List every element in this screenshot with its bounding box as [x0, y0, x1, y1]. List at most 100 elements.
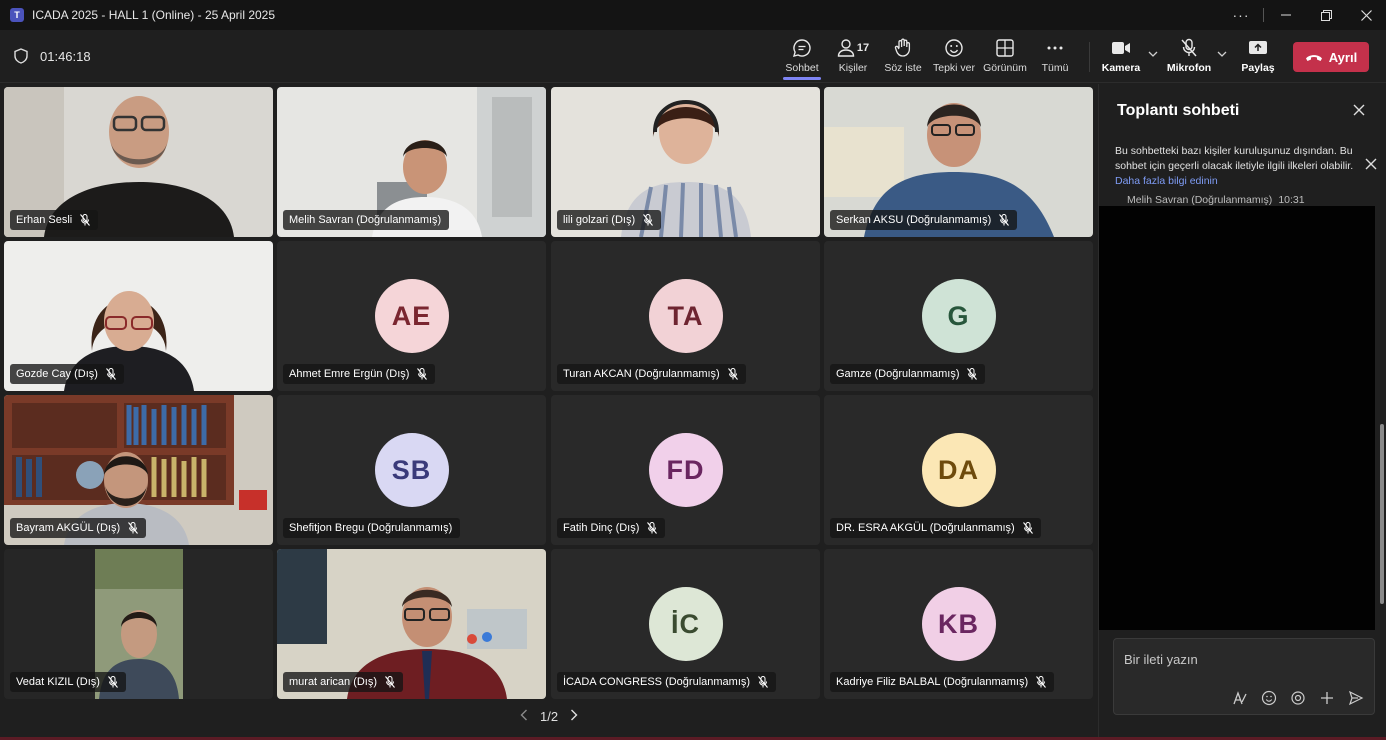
mic-muted-icon	[647, 522, 658, 534]
participant-name: Serkan AKSU (Doğrulanmamış)	[836, 214, 992, 226]
participant-name: Gamze (Doğrulanmamış)	[836, 368, 960, 380]
meeting-timer: 01:46:18	[40, 48, 91, 64]
people-count: 17	[856, 42, 870, 54]
more-actions-button[interactable]: Tümü	[1040, 30, 1070, 83]
next-page-icon[interactable]	[570, 709, 578, 724]
window-title: ICADA 2025 - HALL 1 (Online) - 25 April …	[32, 8, 276, 22]
participant-name-tag: Kadriye Filiz BALBAL (Doğrulanmamış)	[830, 672, 1055, 692]
participant-tile[interactable]: Gozde Cay (Dış)	[4, 241, 273, 391]
grid-view-icon	[996, 38, 1014, 58]
emoji-picker-icon[interactable]	[1260, 689, 1277, 706]
participant-grid: Erhan Sesli Melih Savran (Doğrulanmamış)	[4, 87, 1096, 702]
toolbar-divider	[1089, 42, 1090, 72]
camera-label: Kamera	[1101, 62, 1141, 74]
minimize-icon[interactable]	[1266, 0, 1306, 30]
participant-avatar: KB	[921, 587, 996, 661]
active-tab-indicator	[783, 77, 821, 80]
shield-icon	[14, 48, 28, 64]
more-options-icon[interactable]: ···	[1221, 0, 1261, 30]
participant-tile[interactable]: Vedat KIZIL (Dış)	[4, 549, 273, 699]
title-bar: T ICADA 2025 - HALL 1 (Online) - 25 Apri…	[0, 0, 1386, 30]
close-window-icon[interactable]	[1346, 0, 1386, 30]
teams-meeting-window: T ICADA 2025 - HALL 1 (Online) - 25 Apri…	[0, 0, 1386, 740]
participant-tile[interactable]: TA Turan AKCAN (Doğrulanmamış)	[551, 241, 820, 391]
mic-muted-icon	[1036, 676, 1047, 688]
participant-name: murat arican (Dış)	[289, 676, 378, 688]
participant-name-tag: Vedat KIZIL (Dış)	[10, 672, 126, 692]
participant-tile[interactable]: G Gamze (Doğrulanmamış)	[824, 241, 1093, 391]
participant-name-tag: Turan AKCAN (Doğrulanmamış)	[557, 364, 746, 384]
participant-name-tag: Erhan Sesli	[10, 210, 99, 230]
participant-name-tag: Bayram AKGÜL (Dış)	[10, 518, 147, 538]
participant-name: Kadriye Filiz BALBAL (Doğrulanmamış)	[836, 676, 1029, 688]
dismiss-notice-icon[interactable]	[1365, 157, 1377, 175]
compose-actions	[1231, 689, 1364, 706]
participant-tile[interactable]: Erhan Sesli	[4, 87, 273, 237]
chat-scrollbar[interactable]	[1380, 424, 1384, 604]
view-button[interactable]: Görünüm	[983, 30, 1027, 83]
microphone-label: Mikrofon	[1166, 62, 1212, 74]
teams-logo-icon: T	[10, 8, 24, 22]
gallery-pager: 1/2	[520, 709, 578, 724]
mic-muted-icon	[758, 676, 768, 688]
participant-tile[interactable]: İC İCADA CONGRESS (Doğrulanmamış)	[551, 549, 820, 699]
mic-muted-icon	[128, 522, 139, 534]
participant-tile[interactable]: lili golzari (Dış)	[551, 87, 820, 237]
camera-icon	[1111, 38, 1131, 58]
participant-tile[interactable]: FD Fatih Dinç (Dış)	[551, 395, 820, 545]
message-content-area[interactable]	[1099, 206, 1375, 630]
participant-tile[interactable]: KB Kadriye Filiz BALBAL (Doğrulanmamış)	[824, 549, 1093, 699]
mic-muted-icon	[967, 368, 978, 380]
learn-more-link[interactable]: Daha fazla bilgi edinin	[1115, 175, 1218, 187]
participant-name: Ahmet Emre Ergün (Dış)	[289, 368, 410, 380]
window-controls: ···	[1221, 0, 1386, 30]
hang-up-icon	[1305, 55, 1322, 61]
participant-name-tag: Shefitjon Bregu (Doğrulanmamış)	[283, 518, 461, 538]
participant-name-tag: Fatih Dinç (Dış)	[557, 518, 666, 538]
participant-name: lili golzari (Dış)	[563, 214, 636, 226]
more-icon	[1046, 38, 1064, 58]
mic-options-chevron-icon[interactable]	[1217, 48, 1227, 60]
share-button[interactable]: Paylaş	[1241, 30, 1275, 83]
microphone-button[interactable]: Mikrofon	[1166, 30, 1212, 83]
participant-tile[interactable]: SB Shefitjon Bregu (Doğrulanmamış)	[277, 395, 546, 545]
participant-tile[interactable]: murat arican (Dış)	[277, 549, 546, 699]
participant-name-tag: İCADA CONGRESS (Doğrulanmamış)	[557, 672, 777, 692]
camera-button[interactable]: Kamera	[1102, 30, 1140, 83]
add-icon[interactable]	[1318, 689, 1335, 706]
participant-name: Melih Savran (Doğrulanmamış)	[289, 214, 442, 226]
raise-hand-label: Söz iste	[884, 62, 922, 74]
participant-tile[interactable]: Serkan AKSU (Doğrulanmamış)	[824, 87, 1093, 237]
close-chat-icon[interactable]	[1349, 100, 1369, 120]
people-icon	[837, 39, 855, 57]
participant-name-tag: lili golzari (Dış)	[557, 210, 662, 230]
leave-button[interactable]: Ayrıl	[1293, 42, 1369, 72]
participant-tile[interactable]: AE Ahmet Emre Ergün (Dış)	[277, 241, 546, 391]
message-input[interactable]	[1124, 649, 1364, 669]
participant-avatar: İC	[648, 587, 723, 661]
react-button[interactable]: Tepki ver	[933, 30, 975, 83]
mic-muted-icon	[1022, 522, 1033, 534]
previous-page-icon[interactable]	[520, 709, 528, 724]
send-icon[interactable]	[1347, 689, 1364, 706]
emoji-icon	[944, 38, 964, 58]
participant-avatar: SB	[374, 433, 449, 507]
raise-hand-button[interactable]: Söz iste	[884, 30, 922, 83]
mic-muted-icon	[727, 368, 738, 380]
participant-avatar: FD	[648, 433, 723, 507]
format-icon[interactable]	[1231, 689, 1248, 706]
mic-muted-icon	[105, 368, 116, 380]
participant-tile[interactable]: Bayram AKGÜL (Dış)	[4, 395, 273, 545]
mic-muted-icon	[999, 214, 1010, 226]
people-button[interactable]: 17 Kişiler	[832, 30, 874, 83]
participant-tile[interactable]: DA DR. ESRA AKGÜL (Doğrulanmamış)	[824, 395, 1093, 545]
participant-name: Erhan Sesli	[16, 214, 73, 226]
chat-button[interactable]: Sohbet	[783, 30, 821, 83]
participant-name-tag: Serkan AKSU (Doğrulanmamış)	[830, 210, 1018, 230]
participant-tile[interactable]: Melih Savran (Doğrulanmamış)	[277, 87, 546, 237]
mic-muted-icon	[417, 368, 428, 380]
loop-component-icon[interactable]	[1289, 689, 1306, 706]
restore-icon[interactable]	[1306, 0, 1346, 30]
participant-name: Gozde Cay (Dış)	[16, 368, 98, 380]
camera-options-chevron-icon[interactable]	[1148, 48, 1158, 60]
